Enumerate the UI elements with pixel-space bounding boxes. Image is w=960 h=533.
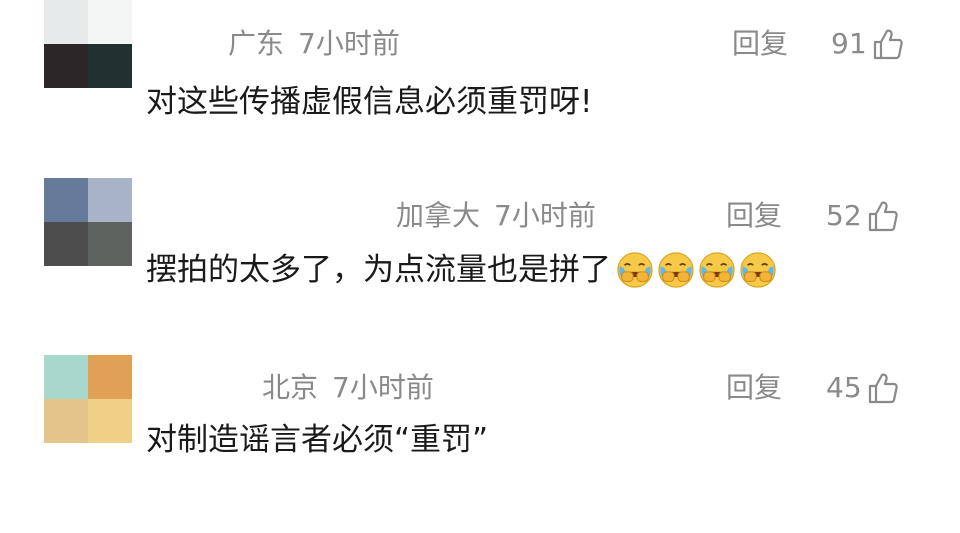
reply-button[interactable]: 回复 [726, 198, 782, 234]
reply-button[interactable]: 回复 [726, 370, 782, 406]
like-count: 52 [826, 199, 862, 232]
avatar-tile [44, 222, 88, 266]
avatar[interactable] [44, 178, 132, 266]
emoji-row [613, 251, 777, 289]
comment-meta: 加拿大 7小时前 [396, 198, 596, 234]
comment-location: 广东 [228, 27, 285, 60]
avatar-tile [44, 399, 88, 443]
laughing-crying-emoji-icon [740, 252, 776, 288]
avatar[interactable] [44, 355, 132, 443]
avatar-tile [44, 0, 88, 44]
avatar-tile [88, 355, 132, 399]
comment-location: 加拿大 [396, 199, 481, 232]
avatar-tile [88, 222, 132, 266]
thumbs-up-icon [873, 28, 903, 60]
reply-button[interactable]: 回复 [732, 26, 788, 62]
avatar-tile [88, 0, 132, 44]
like-button[interactable]: 45 [826, 370, 898, 406]
comment-time: 7小时前 [494, 199, 596, 232]
avatar-tile [88, 178, 132, 222]
comment-location: 北京 [262, 371, 319, 404]
comment-text-content: 摆拍的太多了，为点流量也是拼了 [146, 252, 611, 288]
comment-meta: 广东 7小时前 [228, 26, 400, 62]
avatar-tile [88, 399, 132, 443]
like-count: 45 [826, 371, 862, 404]
thumbs-up-icon [868, 200, 898, 232]
thumbs-up-icon [868, 372, 898, 404]
comment-time: 7小时前 [332, 371, 434, 404]
avatar-tile [88, 44, 132, 88]
avatar-tile [44, 355, 88, 399]
like-button[interactable]: 52 [826, 198, 898, 234]
laughing-crying-emoji-icon [699, 252, 735, 288]
laughing-crying-emoji-icon [617, 252, 653, 288]
laughing-crying-emoji-icon [658, 252, 694, 288]
comment-text-content: 对制造谣言者必须“重罚” [146, 422, 489, 458]
like-button[interactable]: 91 [831, 26, 903, 62]
avatar-tile [44, 178, 88, 222]
comment-text-content: 对这些传播虚假信息必须重罚呀! [146, 84, 593, 120]
comment-text: 对制造谣言者必须“重罚” [146, 420, 488, 460]
comment-text: 对这些传播虚假信息必须重罚呀! [146, 82, 592, 122]
comment-time: 7小时前 [298, 27, 400, 60]
comment-text: 摆拍的太多了，为点流量也是拼了 [146, 250, 777, 290]
comment-meta: 北京 7小时前 [262, 370, 434, 406]
avatar[interactable] [44, 0, 132, 88]
avatar-tile [44, 44, 88, 88]
like-count: 91 [831, 27, 867, 60]
